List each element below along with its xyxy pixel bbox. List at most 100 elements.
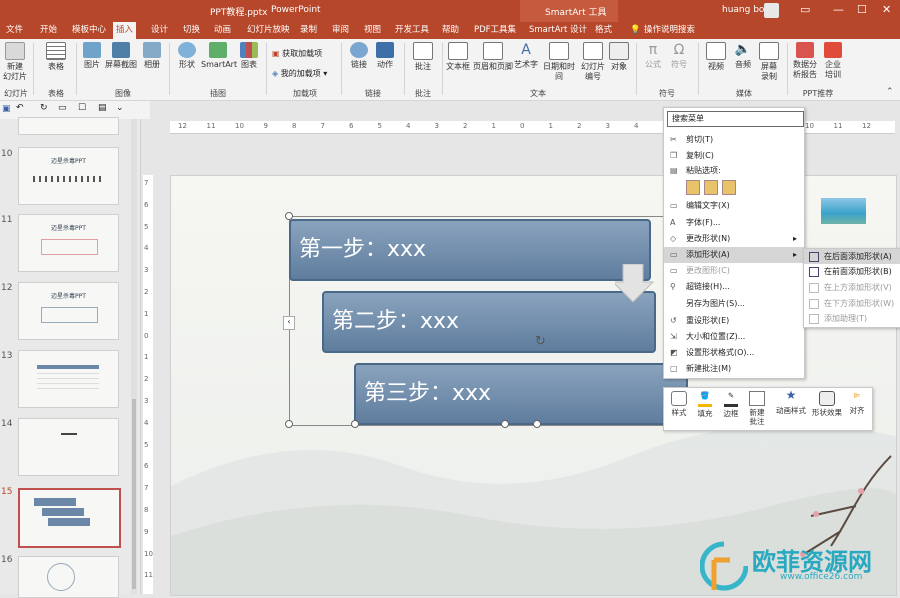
tab-view[interactable]: 视图 [361,22,384,39]
datetime-button[interactable]: 日期和时间 [540,42,578,82]
tell-me-search[interactable]: 操作说明搜索 [641,22,698,39]
shapes-button[interactable]: 形状 [174,42,200,70]
action-button[interactable]: 动作 [373,42,397,70]
wordart-button[interactable]: A 艺术字 [514,42,538,70]
tab-help[interactable]: 帮助 [439,22,462,39]
tab-record[interactable]: 录制 [297,22,320,39]
submenu-item-add-before[interactable]: 在前面添加形状(B) [804,264,900,279]
slide-thumbnail[interactable]: 迈星杀毒PPT [18,214,119,272]
menu-item-copy[interactable]: ❐ 复制(C) [664,148,804,164]
menu-item-edit-text[interactable]: ▭ 编辑文字(X) [664,198,804,214]
tab-home[interactable]: 开始 [37,22,60,39]
symbol-button[interactable]: Ω 符号 [668,42,690,70]
animation-style-button[interactable]: ★ 动画样式 [774,389,808,415]
tab-pdf[interactable]: PDF工具集 [471,22,519,39]
header-footer-button[interactable]: 页眉和页脚 [473,42,513,72]
album-button[interactable]: 相册 [141,42,163,70]
resize-handle[interactable] [285,212,293,220]
enterprise-training-button[interactable]: 企业 培训 [821,42,845,80]
tab-design[interactable]: 设计 [148,22,171,39]
undo-icon[interactable]: ↶ [16,103,24,113]
tab-templates[interactable]: 模板中心 [69,22,109,39]
save-icon[interactable]: ▣ [2,104,11,114]
data-report-button[interactable]: 数据分 析报告 [791,42,819,80]
paste-text-only-icon[interactable] [722,180,736,195]
island-picture[interactable] [821,198,866,224]
tab-file[interactable]: 文件 [3,22,26,39]
avatar[interactable] [764,3,779,18]
textbox-button[interactable]: 文本框 [445,42,471,72]
minimize-icon[interactable]: — [833,3,844,16]
screenshot-button[interactable]: 屏幕截图 [104,42,138,70]
slide-thumbnail[interactable] [18,418,119,476]
screen-record-button[interactable]: 屏幕 录制 [757,42,781,82]
equation-button[interactable]: π 公式 [642,42,664,70]
slide-thumbnail-active[interactable] [18,488,121,548]
menu-item-hyperlink[interactable]: ⚲ 超链接(H)... [664,279,804,295]
format-painter-icon[interactable]: ▤ [98,103,107,113]
ribbon-display-icon[interactable]: ▭ [800,3,810,16]
tab-transitions[interactable]: 切换 [180,22,203,39]
chart-button[interactable]: 图表 [237,42,261,70]
rotate-handle-icon[interactable]: ↻ [535,334,546,349]
my-addins-button[interactable]: ◈ 我的加载项 ▾ [272,68,327,79]
resize-handle[interactable] [533,420,541,428]
paste-picture-icon[interactable] [704,180,718,195]
touch-mode-icon[interactable]: ☐ [78,103,86,113]
slide-number-button[interactable]: 幻灯片 编号 [581,42,605,82]
fill-button[interactable]: 🪣 填充 [694,391,716,418]
collapse-ribbon-icon[interactable]: ⌃ [886,87,894,97]
video-button[interactable]: 视频 [704,42,728,72]
maximize-icon[interactable]: ☐ [857,3,867,16]
slide-thumbnail[interactable]: 迈星杀毒PPT [18,282,119,340]
menu-item-add-shape[interactable]: ▭ 添加形状(A) ▸ [664,247,804,263]
step-shape[interactable]: 第一步：xxx [289,219,651,281]
smartart-button[interactable]: SmartArt [201,42,237,70]
menu-item-reset-shape[interactable]: ↺ 重设形状(E) [664,313,804,329]
tab-slideshow[interactable]: 幻灯片放映 [244,22,293,39]
scrollbar-thumb[interactable] [132,399,136,589]
style-button[interactable]: 样式 [668,391,690,417]
tab-insert[interactable]: 插入 [113,22,137,39]
slide-thumbnail[interactable]: 迈星杀毒PPT [18,147,119,205]
audio-button[interactable]: 🔈 音频 [731,42,755,70]
tab-animations[interactable]: 动画 [211,22,234,39]
picture-button[interactable]: 图片 [81,42,103,70]
menu-item-change-shape[interactable]: ◇ 更改形状(N) ▸ [664,231,804,247]
step-shape[interactable]: 第二步：xxx [322,291,656,353]
slide-thumbnail[interactable] [18,556,119,598]
paste-keep-source-icon[interactable] [686,180,700,195]
table-button[interactable]: 表格 [43,42,69,72]
shape-effects-button[interactable]: 形状效果 [810,391,844,417]
thumbnail-scrollbar[interactable] [131,119,137,594]
resize-handle[interactable] [501,420,509,428]
submenu-item-add-after[interactable]: 在后面添加形状(A) [804,249,900,264]
align-button[interactable]: ⊫ 对齐 [846,391,868,415]
menu-item-cut[interactable]: ✂ 剪切(T) [664,132,804,148]
menu-item-save-as-picture[interactable]: 另存为图片(S)... [664,296,804,312]
new-slide-button[interactable]: 新建 幻灯片 [2,42,28,82]
slide-thumbnail[interactable] [18,350,119,408]
object-button[interactable]: 对象 [608,42,630,72]
new-comment-button[interactable]: 新建 批注 [746,391,768,426]
menu-item-new-comment[interactable]: ▢ 新建批注(M) [664,361,804,377]
menu-item-font[interactable]: A 字体(F)... [664,215,804,231]
redo-icon[interactable]: ↻ [40,103,48,113]
customize-icon[interactable]: ⌄ [116,103,124,113]
slide-thumbnail[interactable] [18,117,119,135]
outline-button[interactable]: ✎ 边框 [720,391,742,418]
get-addins-button[interactable]: ▣ 获取加载项 [272,48,322,59]
present-icon[interactable]: ▭ [58,103,67,113]
menu-search-input[interactable]: 搜索菜单 [667,111,804,127]
comment-button[interactable]: 批注 [410,42,436,72]
link-button[interactable]: 链接 [348,42,370,70]
step-shape-selected[interactable]: 第三步：xxx [354,363,688,425]
text-pane-toggle-icon[interactable]: ‹ [283,316,295,330]
resize-handle[interactable] [351,420,359,428]
tab-developer[interactable]: 开发工具 [392,22,432,39]
tab-review[interactable]: 审阅 [329,22,352,39]
menu-item-format-shape[interactable]: ◩ 设置形状格式(O)... [664,345,804,361]
tab-smartart-design[interactable]: SmartArt 设计 [526,22,590,39]
user-name[interactable]: huang bo [722,5,764,15]
resize-handle[interactable] [285,420,293,428]
